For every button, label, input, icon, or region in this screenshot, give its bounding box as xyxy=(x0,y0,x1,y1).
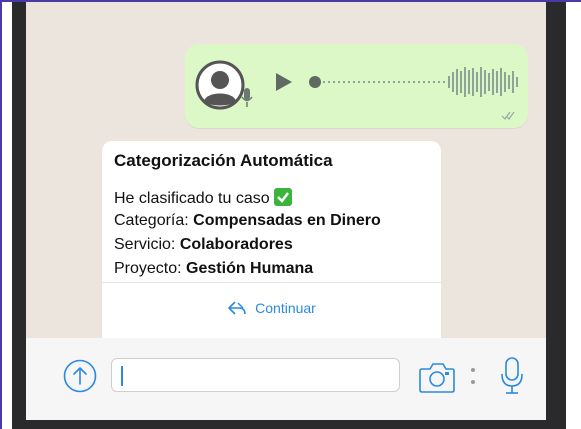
double-check-icon xyxy=(501,111,515,120)
upload-arrow-icon[interactable] xyxy=(63,359,97,393)
category-label: Categoría: xyxy=(114,212,189,229)
vertical-dots-icon[interactable] xyxy=(469,364,477,390)
microphone-icon[interactable] xyxy=(499,356,525,396)
service-label: Servicio: xyxy=(114,236,176,253)
chat-area: Categorización Automática He clasificado… xyxy=(26,2,546,338)
category-line: Categoría: Compensadas en Dinero xyxy=(114,212,381,230)
card-divider xyxy=(102,282,441,283)
left-window-border xyxy=(12,2,26,429)
project-value: Gestión Humana xyxy=(186,260,314,277)
bottom-window-border xyxy=(12,420,566,429)
voice-message-bubble xyxy=(185,44,528,128)
reply-arrow-icon xyxy=(228,301,246,315)
category-value: Compensadas en Dinero xyxy=(193,212,381,229)
continue-label: Continuar xyxy=(255,300,316,316)
classified-line: He clasificado tu caso xyxy=(114,188,292,208)
play-icon[interactable] xyxy=(273,71,295,93)
card-title: Categorización Automática xyxy=(114,151,333,170)
service-value: Colaboradores xyxy=(179,236,293,253)
classified-text: He clasificado tu caso xyxy=(114,190,270,207)
playback-position-knob[interactable] xyxy=(309,76,321,88)
message-input[interactable] xyxy=(111,358,400,392)
continue-button[interactable]: Continuar xyxy=(102,296,441,320)
audio-waveform[interactable] xyxy=(321,63,521,101)
project-label: Proyecto: xyxy=(114,260,182,277)
microphone-icon xyxy=(241,88,253,107)
project-line: Proyecto: Gestión Humana xyxy=(114,260,313,278)
service-line: Servicio: Colaboradores xyxy=(114,236,293,254)
message-composer xyxy=(26,338,546,420)
categorization-card: Categorización Automática He clasificado… xyxy=(102,141,441,338)
camera-icon[interactable] xyxy=(418,360,456,394)
right-window-border xyxy=(546,2,566,429)
check-mark-button-icon xyxy=(273,188,292,206)
text-cursor xyxy=(121,366,123,386)
user-avatar-icon xyxy=(195,60,245,110)
